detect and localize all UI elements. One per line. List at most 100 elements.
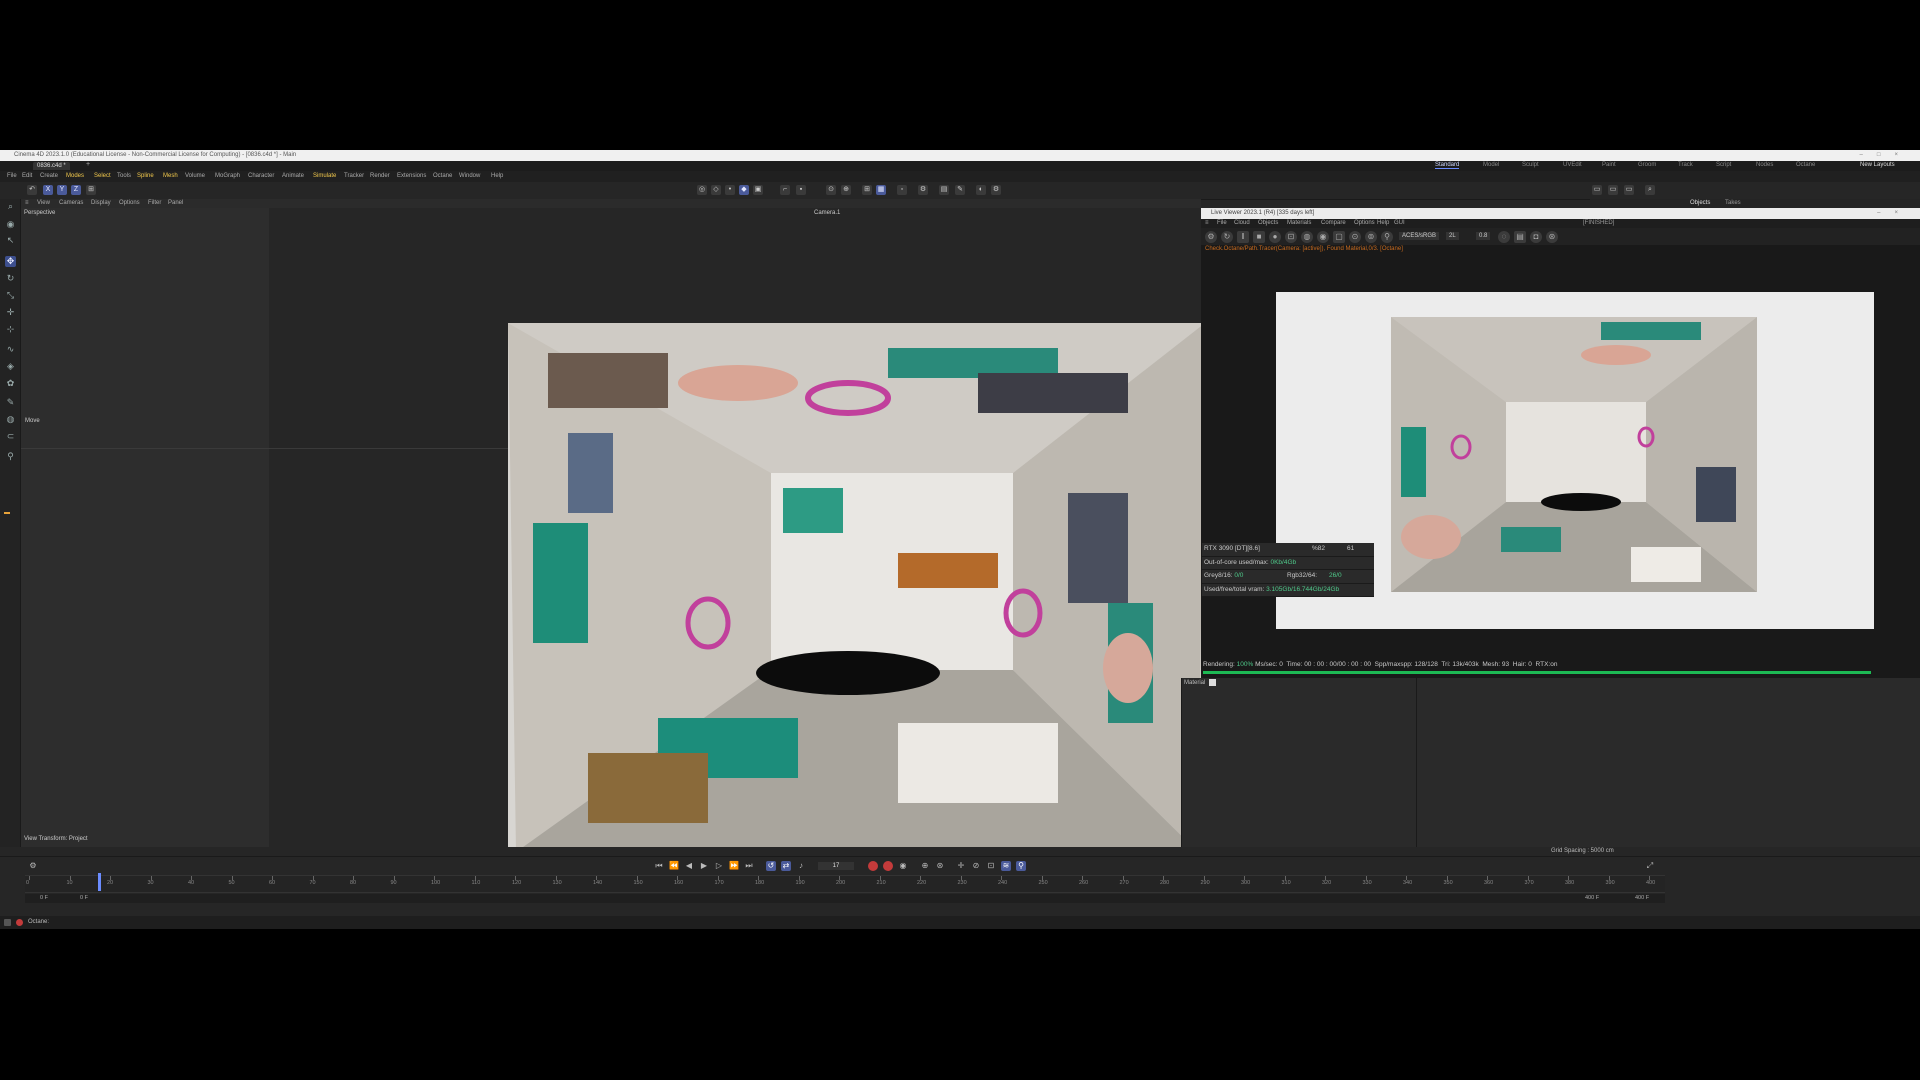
range-end-2[interactable]: 400 F bbox=[1635, 894, 1649, 903]
layout-tab-octane[interactable]: Octane bbox=[1796, 162, 1815, 168]
menu-simulate[interactable]: Simulate bbox=[313, 171, 336, 182]
menu-file[interactable]: File bbox=[7, 171, 17, 182]
layout-tab-model[interactable]: Model bbox=[1483, 162, 1499, 168]
export-icon[interactable]: ⊛ bbox=[1546, 231, 1558, 243]
viewport-menu-view[interactable]: View bbox=[37, 199, 50, 208]
tab-takes[interactable]: Takes bbox=[1725, 199, 1741, 208]
snap-icon[interactable]: ⌐ bbox=[780, 185, 790, 195]
status-icon[interactable] bbox=[4, 919, 11, 926]
move-tool-icon[interactable]: ✥ bbox=[5, 256, 16, 267]
panel-icon-1[interactable]: ▭ bbox=[1592, 185, 1602, 195]
timeline-ruler[interactable]: 0 10 20 30 40 50 60 70 80 90 100 110 120 130 140 150 160… bbox=[25, 875, 1665, 893]
spline-icon[interactable]: ∿ bbox=[5, 344, 16, 355]
render-queue-icon[interactable]: ▤ bbox=[939, 185, 949, 195]
menu-edit[interactable]: Edit bbox=[22, 171, 32, 182]
layout-tab-paint[interactable]: Paint bbox=[1602, 162, 1616, 168]
knife-icon[interactable]: ⚲ bbox=[5, 451, 16, 462]
viewport-menu-display[interactable]: Display bbox=[91, 199, 111, 208]
paint-icon[interactable]: ◍ bbox=[5, 414, 16, 425]
render-icon[interactable]: ● bbox=[1269, 231, 1281, 243]
timeline-playhead[interactable] bbox=[97, 873, 101, 891]
lock-icon[interactable]: ⊙ bbox=[826, 185, 836, 195]
add-tab-icon[interactable]: + bbox=[86, 161, 90, 168]
value-field[interactable]: 0.8 bbox=[1476, 232, 1491, 240]
viewport-menu-icon[interactable]: ≡ bbox=[25, 199, 29, 208]
uv-mode-icon[interactable]: ▣ bbox=[753, 185, 763, 195]
menu-volume[interactable]: Volume bbox=[185, 171, 205, 182]
menu-window[interactable]: Window bbox=[459, 171, 480, 182]
select-icon[interactable]: ◉ bbox=[5, 219, 16, 230]
cube-icon[interactable]: ◈ bbox=[5, 361, 16, 372]
live-viewer-menu-gui[interactable]: GUI bbox=[1394, 219, 1405, 228]
live-viewer-menu-file[interactable]: File bbox=[1217, 219, 1227, 228]
next-key-icon[interactable]: ⏩ bbox=[729, 861, 739, 871]
new-layouts-button[interactable]: New Layouts bbox=[1860, 162, 1895, 168]
panel-icon-3[interactable]: ▭ bbox=[1624, 185, 1634, 195]
search-icon[interactable]: ⌕ bbox=[5, 201, 16, 212]
rotation-key-icon[interactable]: ⊛ bbox=[935, 861, 945, 871]
menu-tracker[interactable]: Tracker bbox=[344, 171, 364, 182]
layout-tab-track[interactable]: Track bbox=[1678, 162, 1693, 168]
undo-icon[interactable]: ↶ bbox=[27, 185, 37, 195]
range-start[interactable]: 0 F bbox=[40, 894, 48, 903]
camera-label[interactable]: Camera.1 bbox=[814, 210, 840, 216]
sphere-icon[interactable]: ◍ bbox=[1301, 231, 1313, 243]
grid-icon[interactable]: ⊞ bbox=[862, 185, 872, 195]
position-key-icon[interactable]: ⊕ bbox=[920, 861, 930, 871]
transform-icon[interactable]: ✛ bbox=[5, 307, 16, 318]
layout-tab-standard[interactable]: Standard bbox=[1435, 162, 1460, 169]
viewport-menu-cameras[interactable]: Cameras bbox=[59, 199, 83, 208]
timeline-mode-icon[interactable]: ⚲ bbox=[1016, 861, 1026, 871]
range-end[interactable]: 400 F bbox=[1585, 894, 1599, 903]
x-axis-icon[interactable]: X bbox=[43, 185, 53, 195]
panel-icon-2[interactable]: ▭ bbox=[1608, 185, 1618, 195]
menu-help[interactable]: Help bbox=[491, 171, 503, 182]
menu-mograph[interactable]: MoGraph bbox=[215, 171, 240, 182]
pause-icon[interactable]: ‖ bbox=[1237, 231, 1249, 243]
region-icon[interactable]: ▢ bbox=[1333, 231, 1345, 243]
points-mode-icon[interactable]: • bbox=[725, 185, 735, 195]
keyframe-selection-icon[interactable]: ◉ bbox=[898, 861, 908, 871]
play-icon[interactable]: ▶ bbox=[699, 861, 709, 871]
workplane-icon[interactable]: ▪ bbox=[796, 185, 806, 195]
model-mode-icon[interactable]: ◎ bbox=[697, 185, 707, 195]
lock-icon[interactable]: ⊡ bbox=[1285, 231, 1297, 243]
layout-tab-nodes[interactable]: Nodes bbox=[1756, 162, 1773, 168]
rotate-tool-icon[interactable]: ↻ bbox=[5, 273, 16, 284]
window-controls[interactable]: –□× bbox=[1860, 150, 1912, 161]
menu-character[interactable]: Character bbox=[248, 171, 274, 182]
menu-animate[interactable]: Animate bbox=[282, 171, 304, 182]
menu-spline[interactable]: Spline bbox=[137, 171, 154, 182]
timeline-range[interactable]: 0 F 0 F 400 F 400 F bbox=[25, 894, 1665, 903]
object-mode-icon[interactable]: ◇ bbox=[711, 185, 721, 195]
next-frame-icon[interactable]: ▷ bbox=[714, 861, 724, 871]
pick-material-icon[interactable]: ⊚ bbox=[1365, 231, 1377, 243]
render-settings-icon[interactable]: ⚙ bbox=[918, 185, 928, 195]
layout-tab-uvedit[interactable]: UVEdit bbox=[1563, 162, 1582, 168]
octane-icon[interactable]: ◐ bbox=[976, 185, 986, 195]
autokey-icon[interactable]: ● bbox=[883, 861, 893, 871]
motion-icon[interactable]: ≋ bbox=[1001, 861, 1011, 871]
sound-icon[interactable]: ♪ bbox=[796, 861, 806, 871]
viewport-menu-filter[interactable]: Filter bbox=[148, 199, 161, 208]
restart-icon[interactable]: ↻ bbox=[1221, 231, 1233, 243]
live-viewer-menu-help[interactable]: Help bbox=[1377, 219, 1389, 228]
scale-key-icon[interactable]: ✛ bbox=[956, 861, 966, 871]
nurbs-icon[interactable]: ✿ bbox=[5, 378, 16, 389]
tab-objects[interactable]: Objects bbox=[1690, 199, 1710, 208]
viewport-menu-panel[interactable]: Panel bbox=[168, 199, 183, 208]
material-swatch-icon[interactable] bbox=[1209, 679, 1216, 686]
document-tab[interactable]: 0836.c4d * bbox=[33, 162, 70, 170]
playback-mode-icon[interactable]: ⇄ bbox=[781, 861, 791, 871]
pla-key-icon[interactable]: ⊡ bbox=[986, 861, 996, 871]
coordinate-system-icon[interactable]: ⊞ bbox=[86, 185, 96, 195]
snap-tool-icon[interactable]: ⊹ bbox=[5, 324, 16, 335]
menu-select[interactable]: Select bbox=[94, 171, 111, 182]
timeline-expand-icon[interactable]: ⤢ bbox=[1645, 861, 1655, 871]
live-viewer-menu-icon[interactable]: ≡ bbox=[1205, 219, 1209, 228]
perspective-viewport[interactable]: Perspective Camera.1 Move View Transform… bbox=[21, 208, 1201, 847]
menu-mesh[interactable]: Mesh bbox=[163, 171, 178, 182]
loop-icon[interactable]: ↺ bbox=[766, 861, 776, 871]
menu-create[interactable]: Create bbox=[40, 171, 58, 182]
live-viewer-menu-compare[interactable]: Compare bbox=[1321, 219, 1346, 228]
